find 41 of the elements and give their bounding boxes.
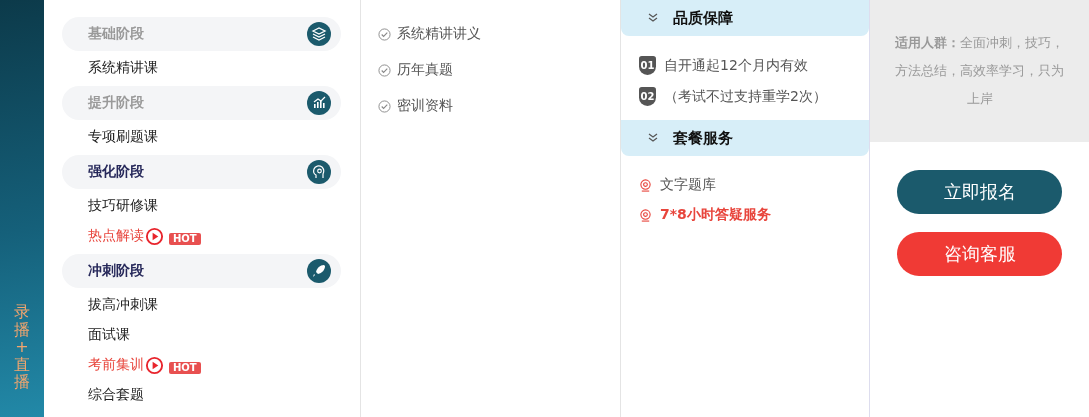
service-name: 文字题库 <box>660 176 716 194</box>
stage-title: 提升阶段 <box>88 94 144 112</box>
play-icon <box>145 226 164 246</box>
check-circle-icon <box>378 99 391 113</box>
section-title: 品质保障 <box>673 8 733 28</box>
guarantee-text: 自开通起12个月内有效 <box>664 56 808 75</box>
number-badge: 02 <box>639 87 656 106</box>
consult-button[interactable]: 咨询客服 <box>897 232 1062 276</box>
chevron-icon <box>647 12 659 24</box>
play-icon <box>145 355 164 375</box>
head-bulb-icon <box>307 160 331 184</box>
stage-title: 冲刺阶段 <box>88 262 144 280</box>
section-title: 套餐服务 <box>673 128 733 148</box>
course-name[interactable]: 专项刷题课 <box>88 128 158 146</box>
webcam-icon <box>639 208 652 222</box>
chart-icon <box>307 91 331 115</box>
hot-badge: HOT <box>169 362 201 374</box>
number-badge: 01 <box>639 56 656 75</box>
course-name[interactable]: 面试课 <box>88 326 130 344</box>
stage-title: 强化阶段 <box>88 163 144 181</box>
course-name[interactable]: 综合套题 <box>88 386 144 404</box>
stage-title: 基础阶段 <box>88 25 144 43</box>
audience-text: 适用人群：全面冲刺，技巧，方法总结，高效率学习，只为上岸 <box>894 34 1065 108</box>
course-name[interactable]: 考前集训 <box>88 356 144 374</box>
course-name[interactable]: 系统精讲课 <box>88 59 158 77</box>
check-circle-icon <box>378 63 391 77</box>
guarantee-text: （考试不过支持重学2次） <box>664 87 827 106</box>
side-label: 录播+直播 <box>14 303 30 391</box>
course-name[interactable]: 技巧研修课 <box>88 197 158 215</box>
layers-icon <box>307 22 331 46</box>
webcam-icon <box>639 178 652 192</box>
chevron-icon <box>647 132 659 144</box>
service-name: 7*8小时答疑服务 <box>660 206 771 224</box>
course-name[interactable]: 拔高冲刺课 <box>88 296 158 314</box>
course-name[interactable]: 热点解读 <box>88 227 144 245</box>
check-circle-icon <box>378 27 391 41</box>
signup-button[interactable]: 立即报名 <box>897 170 1062 214</box>
material-name: 系统精讲讲义 <box>397 25 481 43</box>
material-name: 密训资料 <box>397 97 453 115</box>
material-name: 历年真题 <box>397 61 453 79</box>
hot-badge: HOT <box>169 233 201 245</box>
